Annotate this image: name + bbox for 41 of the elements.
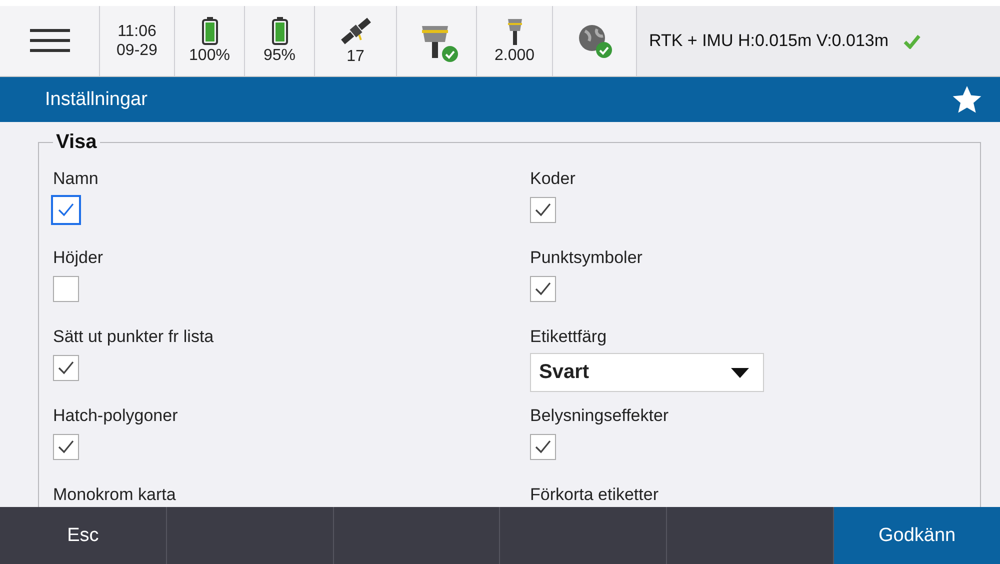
battery-reading: 100% [189,47,230,65]
battery-icon [202,17,218,45]
clock-date: 09-29 [116,41,158,60]
antenna-icon [506,17,524,45]
caret-icon [731,368,749,378]
checkbox[interactable] [530,276,556,302]
setting-label: Förkorta etiketter [530,485,658,505]
setting-label: Belysningseffekter [530,406,669,426]
accept-button[interactable]: Godkänn [834,507,1000,564]
satellite-icon [338,16,372,46]
satellite-count: 17 [346,48,364,66]
checkbox[interactable] [53,276,79,302]
check-icon [535,282,551,296]
check-icon [535,203,551,217]
check-icon [58,440,74,454]
position-solution: RTK + IMU H:0.015m V:0.013m [649,31,889,51]
globe-icon [576,23,612,59]
check-icon [902,34,921,48]
checkbox[interactable] [53,355,79,381]
check-icon [535,440,551,454]
menu-icon [30,28,70,54]
battery-reading: 95% [263,47,296,65]
setting-label: Namn [53,169,98,189]
setting-label: Höjder [53,248,104,268]
checkbox[interactable] [530,197,556,223]
star-icon[interactable] [952,84,982,114]
setting-label: Hatch-polygoner [53,406,178,426]
antenna-height: 2.000 [494,47,535,65]
checkbox[interactable] [53,434,79,460]
setting-label: Punktsymboler [530,248,642,268]
setting-label: Monokrom karta [53,485,176,505]
checkbox[interactable] [530,434,556,460]
setting-label: Etikettfärg [530,327,607,347]
check-icon [58,361,74,375]
page-title: Inställningar [45,88,148,110]
setting-label: Sätt ut punkter fr lista [53,327,214,347]
check-icon [58,203,74,217]
clock-time: 11:06 [118,22,156,41]
color-dropdown[interactable]: Svart [530,353,764,392]
battery-icon [272,17,288,45]
setting-label: Koder [530,169,576,189]
